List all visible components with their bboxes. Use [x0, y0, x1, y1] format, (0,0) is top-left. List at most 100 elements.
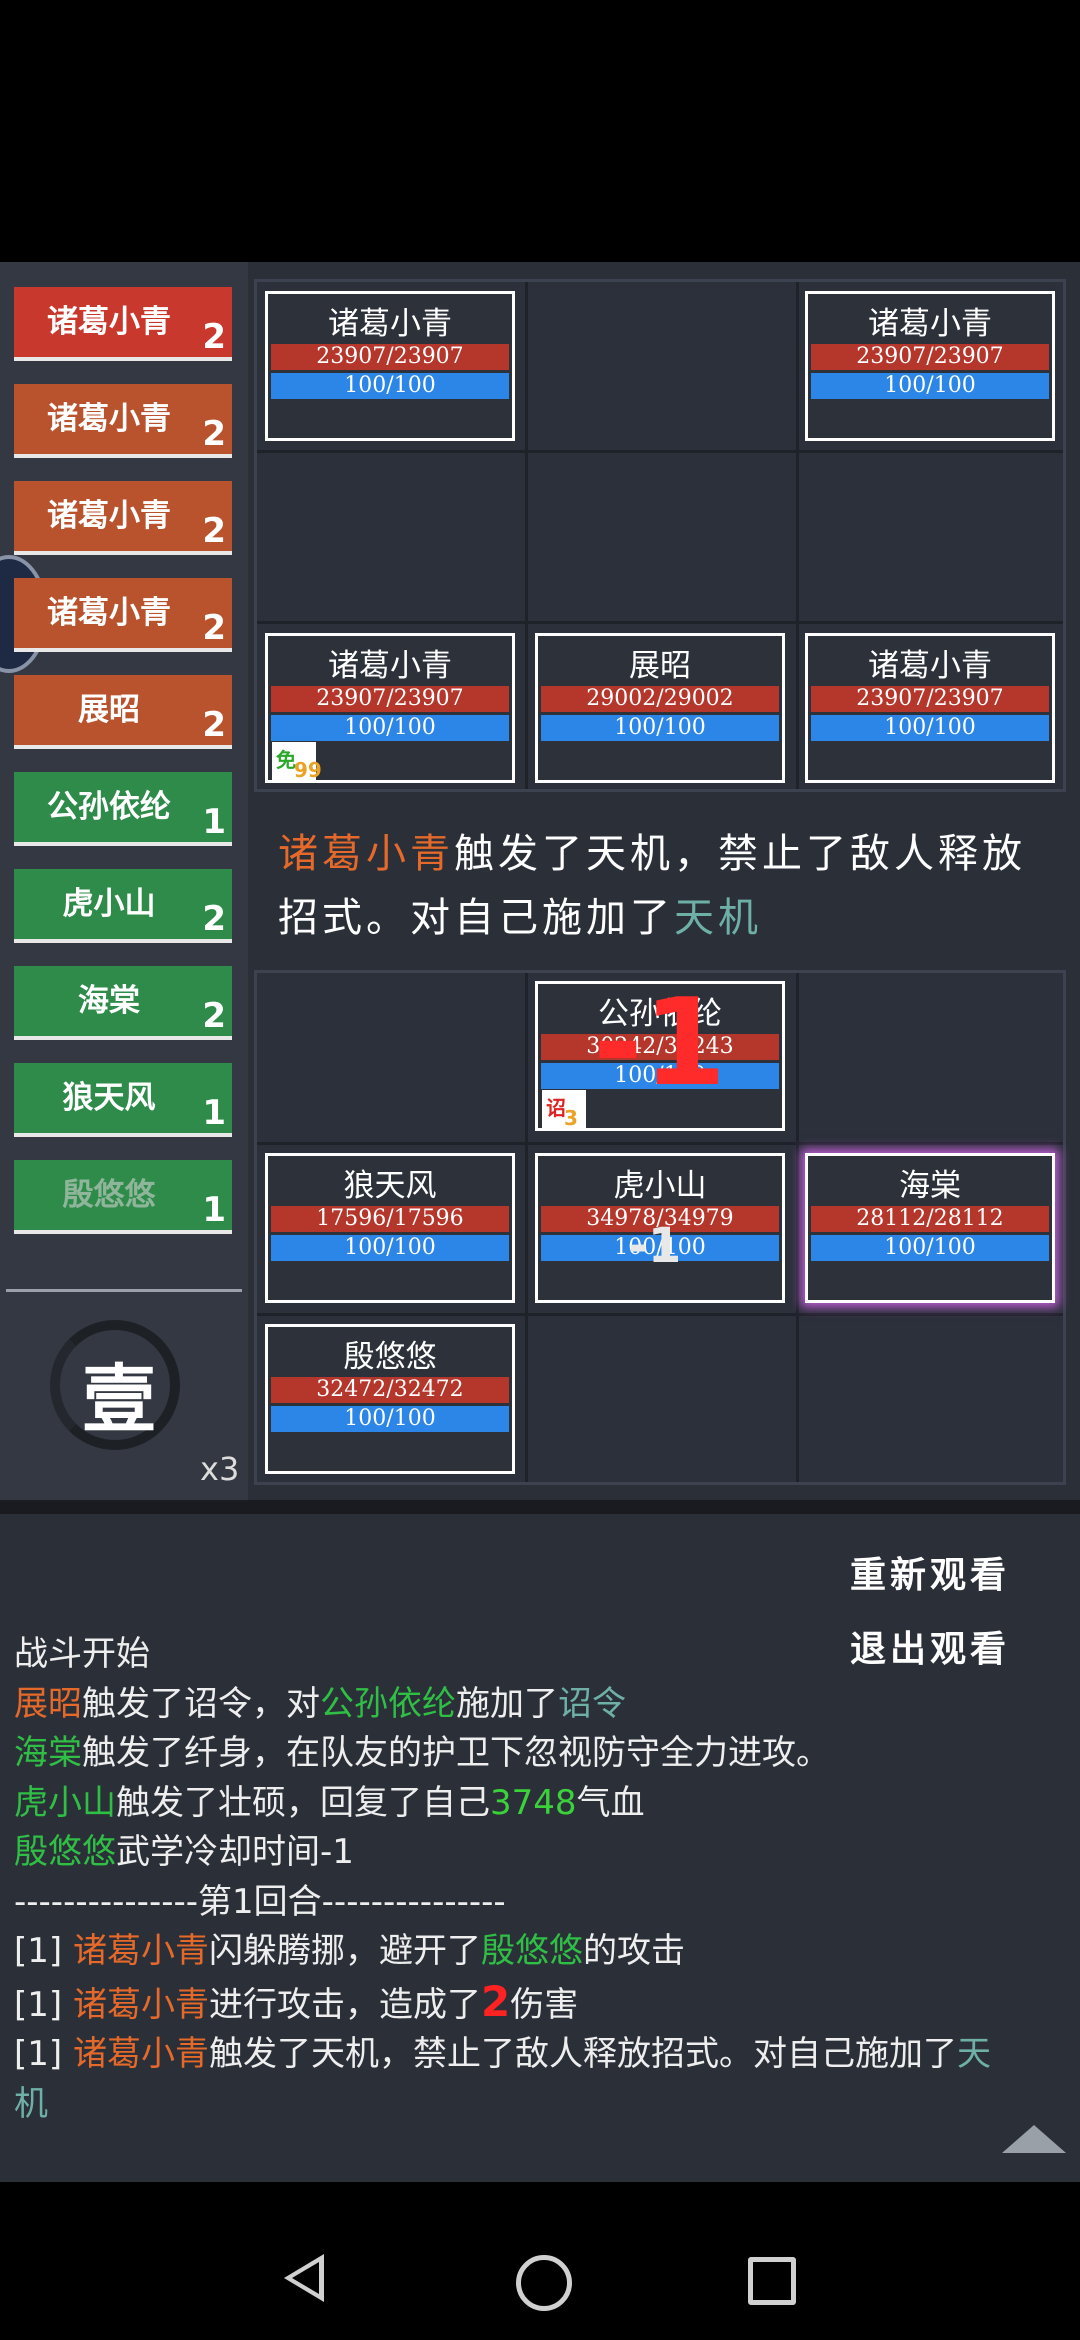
- log-value: 3748: [490, 1782, 577, 1823]
- enemy-unit-card[interactable]: 展昭 29002/29002 100/100: [535, 633, 785, 783]
- buff-char: 免: [276, 748, 296, 772]
- log-actor: 诸葛小青: [72, 1984, 209, 2025]
- unit-name: 诸葛小青: [328, 306, 452, 342]
- grid-cell[interactable]: [799, 1316, 1063, 1482]
- buff-count: 99: [294, 758, 322, 782]
- turn-item-name: 诸葛小青: [47, 498, 171, 534]
- turn-item-level: 2: [202, 899, 226, 939]
- grid-cell[interactable]: [799, 453, 1063, 621]
- ally-unit-card[interactable]: 公孙依纶 30242/30243 100/100 诏 3 -1: [535, 974, 785, 1131]
- log-actor: 海棠: [14, 1733, 82, 1773]
- log-text: 施加了: [456, 1683, 558, 1724]
- turn-item[interactable]: 海棠 2: [14, 966, 232, 1040]
- turn-item[interactable]: 虎小山 2: [14, 869, 232, 943]
- hp-bar: 23907/23907: [811, 686, 1049, 712]
- turn-item-name: 诸葛小青: [47, 595, 171, 631]
- log-text: 进行攻击，造成了: [208, 1984, 481, 2025]
- log-line: 殷悠悠武学冷却时间-1: [14, 1828, 1074, 1878]
- mp-bar: 100/100: [811, 373, 1049, 399]
- mp-bar: 100/100: [811, 715, 1049, 741]
- mp-bar: 100/100: [541, 715, 779, 741]
- unit-name: 展昭: [629, 648, 691, 684]
- log-line: ---------------第1回合---------------: [14, 1878, 1074, 1928]
- floating-damage-small: -1: [628, 1218, 682, 1274]
- log-prefix: [1]: [14, 1931, 73, 1971]
- log-text: 武学冷却时间-1: [116, 1832, 354, 1872]
- log-actor: 诸葛小青: [72, 1931, 209, 1971]
- mp-bar: 100/100: [271, 715, 509, 741]
- log-actor: 诸葛小青: [72, 2034, 209, 2074]
- grid-cell[interactable]: [799, 973, 1063, 1142]
- enemy-unit-card[interactable]: 诸葛小青 23907/23907 100/100: [265, 291, 515, 441]
- hp-bar: 23907/23907: [271, 344, 509, 370]
- turn-item[interactable]: 诸葛小青 2: [14, 384, 232, 458]
- turn-item[interactable]: 诸葛小青 2: [14, 578, 232, 652]
- log-text: 触发了壮硕，回复了自己: [116, 1782, 490, 1823]
- buff-icon: 诏 3: [542, 1090, 586, 1130]
- hp-bar: 17596/17596: [271, 1206, 509, 1232]
- log-effect: 诏令: [558, 1683, 626, 1724]
- turn-item[interactable]: 诸葛小青 2: [14, 287, 232, 361]
- grid-cell[interactable]: [257, 453, 525, 621]
- floating-damage: -1: [593, 974, 727, 1113]
- log-effect: 天: [956, 2034, 991, 2074]
- log-text: 触发了诏令，对: [82, 1683, 320, 1724]
- turn-item[interactable]: 展昭 2: [14, 675, 232, 749]
- log-actor: 殷悠悠: [14, 1832, 116, 1872]
- log-prefix: [1]: [14, 1984, 73, 2025]
- log-text: 战斗开始: [14, 1634, 150, 1674]
- turn-item-name: 诸葛小青: [47, 401, 171, 437]
- collapse-log-icon[interactable]: [1002, 2125, 1066, 2153]
- grid-cell[interactable]: [528, 453, 796, 621]
- unit-name: 诸葛小青: [868, 648, 992, 684]
- hp-bar: 32472/32472: [271, 1377, 509, 1403]
- hp-bar: 29002/29002: [541, 686, 779, 712]
- hp-bar: 28112/28112: [811, 1206, 1049, 1232]
- log-line: 战斗开始: [14, 1630, 1074, 1680]
- turn-item-level: 2: [202, 996, 226, 1036]
- turn-item-name: 海棠: [78, 983, 140, 1019]
- turn-item[interactable]: 公孙依纶 1: [14, 772, 232, 846]
- log-text: 触发了天机，禁止了敌人释放招式。对自己施加了: [208, 2034, 957, 2074]
- ally-unit-card[interactable]: 虎小山 34978/34979 100/100 -1: [535, 1153, 785, 1303]
- turn-item-level: 1: [202, 1093, 226, 1133]
- mp-bar: 100/100: [271, 1235, 509, 1261]
- hp-bar: 23907/23907: [811, 344, 1049, 370]
- message-effect: 天机: [674, 895, 762, 941]
- enemy-unit-card[interactable]: 诸葛小青 23907/23907 100/100 免 99: [265, 633, 515, 783]
- unit-name: 狼天风: [343, 1168, 437, 1204]
- log-line: 海棠触发了纤身，在队友的护卫下忽视防守全力进攻。: [14, 1729, 1074, 1779]
- recent-apps-icon[interactable]: [748, 2257, 796, 2305]
- ally-unit-card[interactable]: 狼天风 17596/17596 100/100: [265, 1153, 515, 1303]
- log-line: [1] 诸葛小青进行攻击，造成了2伤害: [14, 1977, 1074, 2031]
- log-prefix: [1]: [14, 2034, 73, 2074]
- log-text: 气血: [576, 1782, 645, 1823]
- turn-item[interactable]: 殷悠悠 1: [14, 1160, 232, 1234]
- mp-bar: 100/100: [271, 373, 509, 399]
- log-line: 虎小山触发了壮硕，回复了自己3748气血: [14, 1779, 1074, 1829]
- round-badge: 壹: [20, 1310, 220, 1480]
- buff-count: 3: [564, 1106, 578, 1130]
- replay-button[interactable]: 重新观看: [850, 1546, 1010, 1598]
- grid-cell[interactable]: [528, 282, 796, 450]
- grid-cell[interactable]: [257, 973, 525, 1142]
- ally-unit-card[interactable]: 殷悠悠 32472/32472 100/100: [265, 1324, 515, 1474]
- unit-name: 诸葛小青: [328, 648, 452, 684]
- turn-item[interactable]: 狼天风 1: [14, 1063, 232, 1137]
- enemy-unit-card[interactable]: 诸葛小青 23907/23907 100/100: [805, 633, 1055, 783]
- log-line: [1] 诸葛小青闪躲腾挪，避开了殷悠悠的攻击: [14, 1927, 1074, 1977]
- turn-item[interactable]: 诸葛小青 2: [14, 481, 232, 555]
- turn-item-name: 公孙依纶: [47, 789, 171, 825]
- battle-log[interactable]: 战斗开始 展昭触发了诏令，对公孙依纶施加了诏令 海棠触发了纤身，在队友的护卫下忽…: [14, 1630, 1074, 2129]
- turn-item-name: 虎小山: [62, 886, 156, 922]
- log-text: 的攻击: [582, 1931, 685, 1971]
- log-target: 殷悠悠: [480, 1931, 583, 1971]
- speed-toggle[interactable]: x3: [200, 1450, 239, 1488]
- ally-unit-card-active[interactable]: 海棠 28112/28112 100/100: [805, 1153, 1055, 1303]
- log-text: 伤害: [510, 1984, 579, 2025]
- home-icon[interactable]: [516, 2255, 572, 2311]
- grid-cell[interactable]: [528, 1316, 796, 1482]
- enemy-unit-card[interactable]: 诸葛小青 23907/23907 100/100: [805, 291, 1055, 441]
- buff-char: 诏: [546, 1096, 566, 1120]
- turn-item-name: 狼天风: [62, 1080, 156, 1116]
